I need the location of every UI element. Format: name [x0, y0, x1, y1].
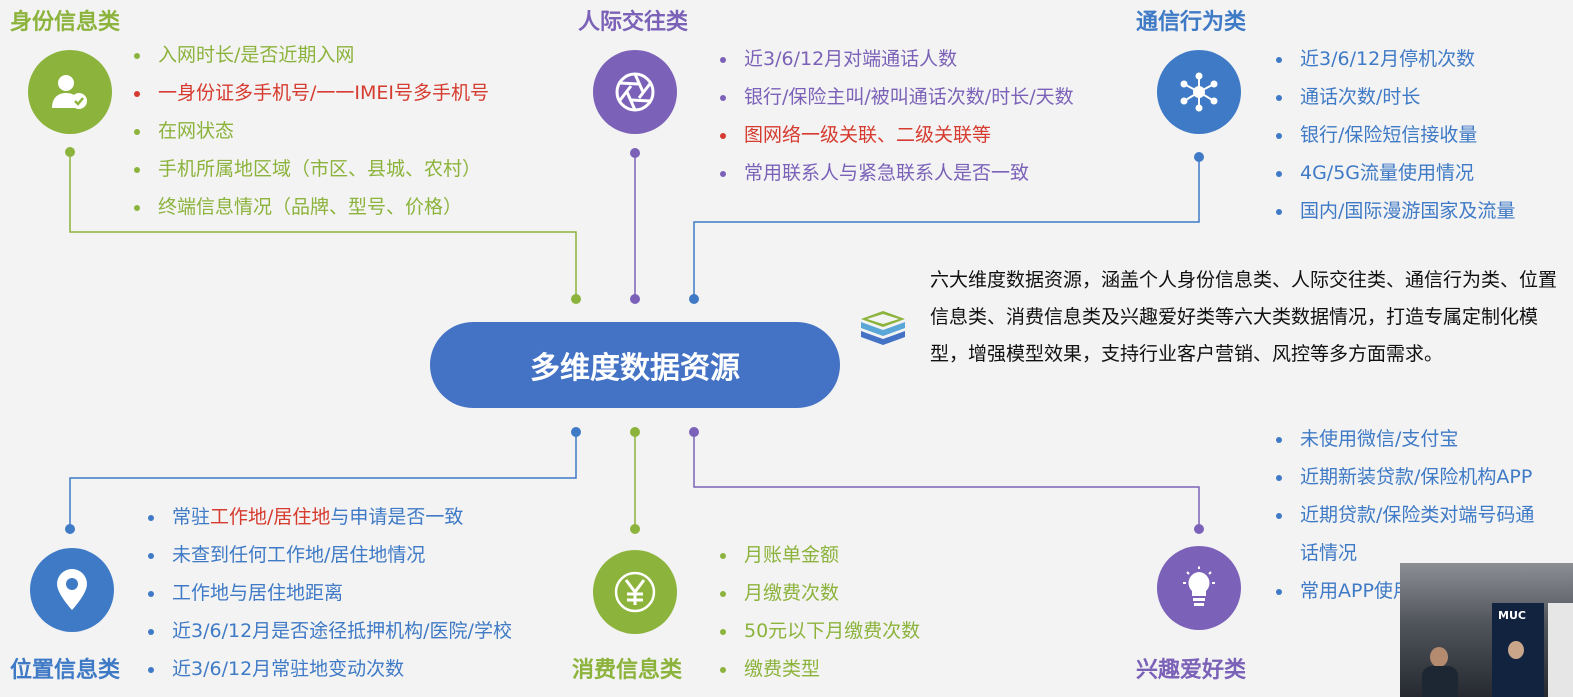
- list-item: 近期新装贷款/保险机构APP: [1274, 458, 1544, 496]
- video-screen: [1548, 603, 1573, 697]
- social-list: 近3/6/12月对端通话人数 银行/保险主叫/被叫通话次数/时长/天数 图网络一…: [718, 40, 1074, 192]
- list-item: 在网状态: [132, 112, 489, 150]
- list-item: 月账单金额: [718, 536, 920, 574]
- center-label: 多维度数据资源: [530, 351, 740, 386]
- location-title: 位置信息类: [10, 658, 121, 683]
- list-item: 常用联系人与紧急联系人是否一致: [718, 154, 1074, 192]
- identity-icon-circle: [28, 50, 112, 134]
- connector-dot: [630, 294, 640, 304]
- map-pin-icon: [57, 569, 87, 610]
- lightbulb-icon: [1183, 566, 1215, 606]
- list-item: 近3/6/12月是否途径抵押机构/医院/学校: [146, 612, 512, 650]
- connector-dot: [65, 524, 75, 534]
- list-item: 近3/6/12月常驻地变动次数: [146, 650, 512, 688]
- yen-icon: [614, 571, 656, 613]
- connector-dot: [630, 148, 640, 158]
- connector-dot: [689, 427, 699, 437]
- list-item: 银行/保险短信接收量: [1274, 116, 1515, 154]
- connector-dot: [65, 147, 75, 157]
- list-item: 未使用微信/支付宝: [1274, 420, 1544, 458]
- layers-icon: [861, 311, 905, 345]
- list-item: 近期贷款/保险类对端号码通话情况: [1274, 496, 1544, 572]
- connector-dot: [630, 524, 640, 534]
- list-item: 一身份证多手机号/一一IMEI号多手机号: [132, 74, 489, 112]
- communication-list: 近3/6/12月停机次数 通话次数/时长 银行/保险短信接收量 4G/5G流量使…: [1274, 40, 1515, 230]
- center-node: 多维度数据资源: [430, 322, 840, 408]
- connector-dot: [571, 427, 581, 437]
- list-item: 4G/5G流量使用情况: [1274, 154, 1515, 192]
- connector-dot: [689, 294, 699, 304]
- list-item: 50元以下月缴费次数: [718, 612, 920, 650]
- location-icon-circle: [30, 548, 114, 632]
- user-check-icon: [52, 75, 87, 109]
- aperture-icon: [615, 72, 655, 112]
- identity-title: 身份信息类: [10, 10, 121, 35]
- video-presenter-head: [1430, 647, 1448, 667]
- list-item: 近3/6/12月停机次数: [1274, 40, 1515, 78]
- consumption-icon-circle: [593, 550, 677, 634]
- list-item-highlight: 工作地/居住地: [210, 506, 331, 528]
- list-item: 入网时长/是否近期入网: [132, 36, 489, 74]
- list-item-part: 与申请是否一致: [330, 506, 464, 528]
- connector-dot: [1194, 152, 1204, 162]
- list-item: 常驻工作地/居住地与申请是否一致: [146, 498, 512, 536]
- list-item: 银行/保险主叫/被叫通话次数/时长/天数: [718, 78, 1074, 116]
- location-list: 常驻工作地/居住地与申请是否一致 未查到任何工作地/居住地情况 工作地与居住地距…: [146, 498, 512, 688]
- social-icon-circle: [593, 50, 677, 134]
- network-icon: [1180, 72, 1218, 112]
- interest-title: 兴趣爱好类: [1136, 658, 1247, 683]
- list-item-part: 常驻: [172, 506, 211, 528]
- consumption-list: 月账单金额 月缴费次数 50元以下月缴费次数 缴费类型: [718, 536, 920, 688]
- list-item: 终端信息情况（品牌、型号、价格）: [132, 188, 489, 226]
- social-title: 人际交往类: [578, 10, 689, 35]
- communication-title: 通信行为类: [1136, 10, 1247, 35]
- connector-dot: [1194, 524, 1204, 534]
- list-item: 工作地与居住地距离: [146, 574, 512, 612]
- connector-dot: [630, 427, 640, 437]
- list-item: 手机所属地区域（市区、县城、农村）: [132, 150, 489, 188]
- list-item: 通话次数/时长: [1274, 78, 1515, 116]
- list-item: 近3/6/12月对端通话人数: [718, 40, 1074, 78]
- list-item: 图网络一级关联、二级关联等: [718, 116, 1074, 154]
- connector-dot: [571, 294, 581, 304]
- list-item: 月缴费次数: [718, 574, 920, 612]
- list-item: 国内/国际漫游国家及流量: [1274, 192, 1515, 230]
- description-text: 六大维度数据资源，涵盖个人身份信息类、人际交往类、通信行为类、位置信息类、消费信…: [930, 269, 1558, 365]
- communication-icon-circle: [1157, 50, 1241, 134]
- connector-interest: [693, 432, 1200, 528]
- video-overlay: MUC: [1400, 563, 1573, 697]
- video-speaker-photo: [1508, 641, 1524, 659]
- video-badge: MUC: [1498, 609, 1526, 622]
- list-item: 缴费类型: [718, 650, 920, 688]
- consumption-title: 消费信息类: [572, 658, 683, 683]
- list-item: 未查到任何工作地/居住地情况: [146, 536, 512, 574]
- identity-list: 入网时长/是否近期入网 一身份证多手机号/一一IMEI号多手机号 在网状态 手机…: [132, 36, 489, 226]
- interest-icon-circle: [1157, 546, 1241, 630]
- video-presenter-body: [1422, 666, 1458, 697]
